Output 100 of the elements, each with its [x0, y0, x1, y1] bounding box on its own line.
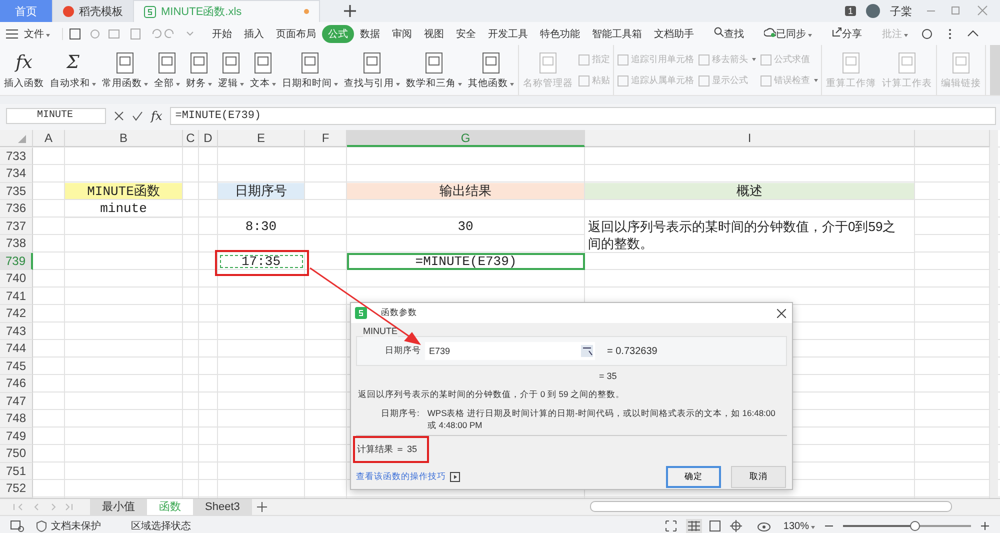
sheet-tab[interactable]: 最小值 [90, 498, 147, 514]
ribbon-button[interactable]: 文本 [247, 45, 279, 95]
user-name[interactable]: 子棠 [890, 4, 912, 18]
sync-button[interactable]: 已同步 [758, 24, 818, 42]
ribbon-tab[interactable]: 智能工具箱 [586, 24, 648, 42]
function-book-icon [189, 50, 209, 74]
row-header[interactable]: 737 [0, 218, 33, 235]
row-header[interactable]: 743 [0, 322, 33, 340]
row-header[interactable]: 745 [0, 358, 33, 375]
ribbon-tab[interactable]: 数据 [354, 24, 386, 42]
function-book-icon [221, 50, 241, 74]
zoom-thumb[interactable] [910, 521, 920, 531]
function-book-icon [362, 50, 382, 74]
table-cell: 返回以序列号表示的某时间的分钟数值，介于0到59之间的整数。 [585, 218, 915, 252]
argument-field[interactable]: E739 [425, 342, 595, 360]
tool-icon [617, 74, 629, 86]
ribbon-button[interactable]: 财务 [183, 45, 215, 95]
ribbon-button[interactable]: 全部 [151, 45, 183, 95]
column-header[interactable]: D [199, 130, 218, 147]
zoom-level[interactable]: 130% [783, 520, 815, 532]
row-header[interactable]: 746 [0, 375, 33, 392]
name-box[interactable]: MINUTE [6, 108, 106, 124]
sheet-tab[interactable]: Sheet3 [193, 498, 252, 514]
row-header[interactable]: 735 [0, 182, 33, 200]
dialog-title: 函数参数 [381, 307, 417, 319]
close-button[interactable] [777, 308, 786, 318]
column-header[interactable]: C [183, 130, 199, 147]
ribbon-button[interactable]: 逻辑 [215, 45, 247, 95]
table-cell: 30 [347, 218, 585, 235]
ribbon-button[interactable]: 数学和三角 [403, 45, 465, 95]
ribbon-tab[interactable]: 文档助手 [648, 24, 700, 42]
cancel-button[interactable]: 取消 [731, 466, 786, 488]
ribbon-tab[interactable]: 页面布局 [270, 24, 322, 42]
row-header[interactable]: 752 [0, 480, 33, 498]
column-header[interactable]: I [585, 130, 915, 147]
horizontal-scrollbar[interactable] [590, 501, 952, 512]
column-header[interactable]: A [33, 130, 65, 147]
formula-result: = 35 [599, 371, 617, 381]
range-select-icon[interactable] [581, 345, 593, 357]
ribbon-tab[interactable]: 开始 [206, 24, 238, 42]
function-icon: fx [16, 50, 32, 74]
row-header[interactable]: 747 [0, 392, 33, 410]
cloud-icon [764, 26, 776, 36]
check-icon[interactable] [132, 110, 143, 120]
tool-icon [698, 54, 710, 66]
avatar[interactable] [866, 4, 880, 18]
ribbon-button[interactable]: 日期和时间 [279, 45, 341, 95]
row-header[interactable]: 750 [0, 445, 33, 462]
tab-label: 首页 [15, 4, 37, 18]
cancel-icon[interactable] [114, 110, 124, 120]
video-icon[interactable] [450, 472, 460, 482]
ribbon-button[interactable]: 常用函数 [99, 45, 151, 95]
column-header[interactable]: B [65, 130, 183, 147]
row-header[interactable]: 733 [0, 148, 33, 165]
ribbon-tab[interactable]: 安全 [450, 24, 482, 42]
ribbon-button[interactable]: 其他函数 [465, 45, 517, 95]
table-cell: MINUTE函数 [65, 182, 183, 200]
row-header[interactable]: 734 [0, 165, 33, 182]
vertical-scrollbar[interactable] [990, 130, 998, 498]
function-book-icon [157, 50, 177, 74]
argument-value: = 0.732639 [607, 346, 658, 356]
ribbon-button[interactable]: Σ 自动求和 [47, 45, 99, 95]
ribbon-tab[interactable]: 插入 [238, 24, 270, 42]
insert-function-button[interactable]: fx [151, 108, 162, 122]
file-menu[interactable]: 文件 [18, 24, 56, 42]
column-header[interactable]: E [218, 130, 305, 147]
share-button[interactable]: 分享 [826, 24, 868, 42]
tool-icon [578, 74, 590, 86]
document-tab[interactable]: 稻壳模板 [53, 0, 134, 22]
row-header[interactable]: 738 [0, 235, 33, 252]
table-cell: 日期序号 [218, 182, 305, 200]
sheet-settings-icon[interactable] [10, 520, 24, 532]
search-button[interactable]: 查找 [708, 24, 750, 42]
protection-status[interactable]: 文档未保护 [51, 519, 101, 533]
row-header[interactable]: 742 [0, 305, 33, 322]
row-header[interactable]: 751 [0, 462, 33, 480]
row-header[interactable]: 740 [0, 270, 33, 288]
row-header[interactable]: 741 [0, 288, 33, 305]
ribbon-tab[interactable]: 视图 [418, 24, 450, 42]
tips-link[interactable]: 查看该函数的操作技巧 [356, 471, 446, 483]
function-book-icon [115, 50, 135, 74]
ok-button[interactable]: 确定 [666, 466, 721, 488]
zoom-in-icon[interactable] [980, 521, 990, 531]
row-header[interactable]: 744 [0, 340, 33, 358]
selection-status: 区域选择状态 [131, 520, 191, 533]
row-header[interactable]: 748 [0, 410, 33, 428]
quick-access-icons[interactable] [69, 28, 194, 40]
ribbon-button[interactable]: fx 插入函数 [1, 45, 47, 95]
row-header[interactable]: 736 [0, 200, 33, 218]
row-header[interactable]: 749 [0, 428, 33, 445]
ribbon-button[interactable]: 查找与引用 [341, 45, 403, 95]
function-book-icon [538, 50, 558, 74]
formula-field[interactable]: =MINUTE(E739) [170, 106, 996, 124]
count-badge[interactable]: 1 [844, 6, 856, 16]
ribbon-tab[interactable]: 开发工具 [482, 24, 534, 42]
menu-icon[interactable] [6, 28, 18, 38]
column-header[interactable]: F [305, 130, 347, 147]
field-label: 日期序号 [385, 345, 421, 357]
ribbon-tab[interactable]: 特色功能 [534, 24, 586, 42]
ribbon-tab[interactable]: 审阅 [386, 24, 418, 42]
